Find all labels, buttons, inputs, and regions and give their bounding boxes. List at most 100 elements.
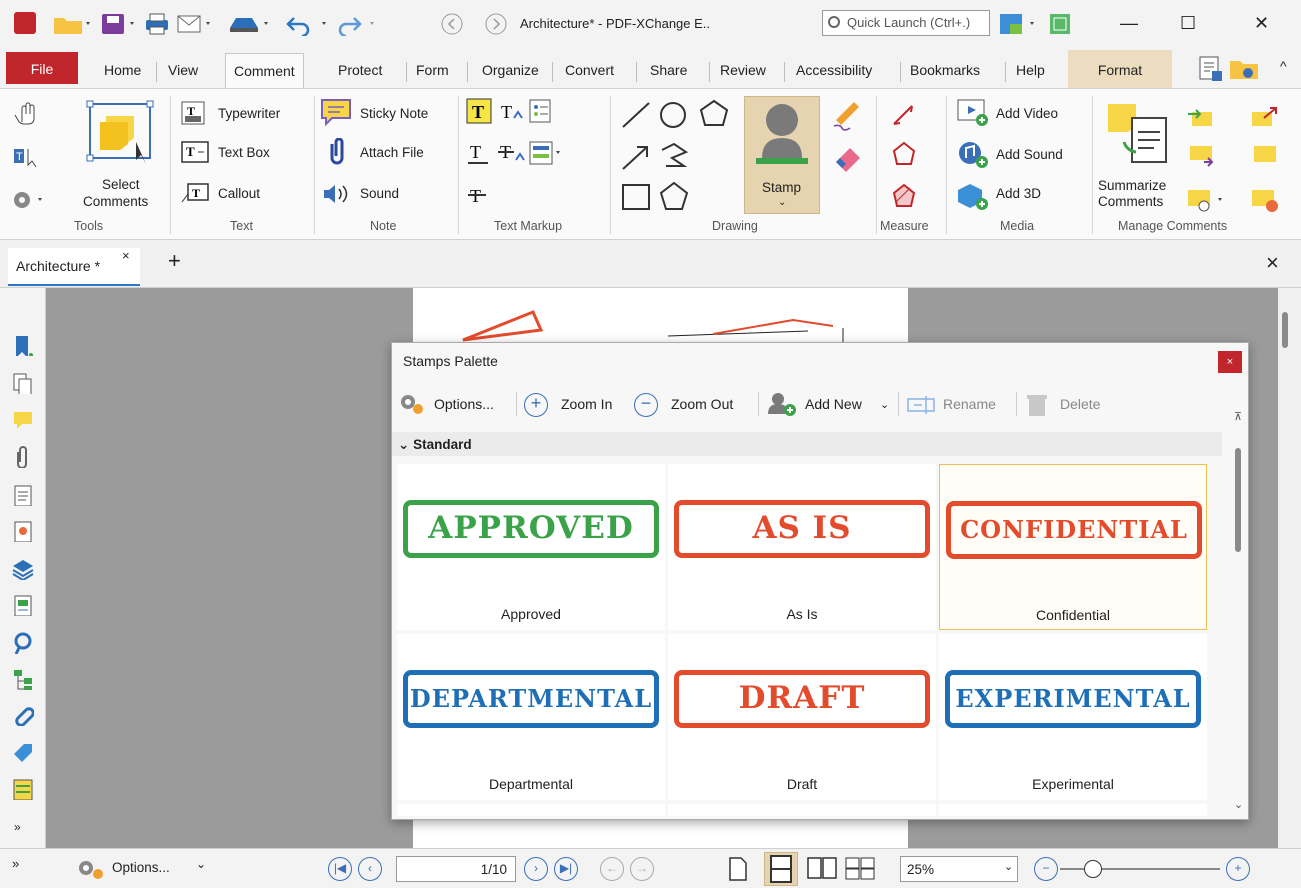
document-properties-icon[interactable] xyxy=(1196,55,1226,83)
scan-icon[interactable] xyxy=(226,12,274,36)
stamp-item-confidential[interactable]: CONFIDENTIAL Confidential xyxy=(939,464,1207,630)
collapse-ribbon-button[interactable]: ^ xyxy=(1280,58,1287,74)
more-panes-icon[interactable]: » xyxy=(14,820,21,834)
options-gear-icon[interactable] xyxy=(76,856,104,880)
rectangle-icon[interactable] xyxy=(620,182,652,212)
palette-zoom-in-button[interactable]: Zoom In xyxy=(561,396,612,412)
next-page-button[interactable]: › xyxy=(524,857,548,881)
stamp-item-partial[interactable] xyxy=(668,804,936,816)
attach-file-icon[interactable] xyxy=(326,138,348,166)
palette-rename-button[interactable]: Rename xyxy=(943,396,996,412)
add-video-icon[interactable] xyxy=(956,98,990,128)
stamp-item-partial[interactable] xyxy=(939,804,1207,816)
comment-note-icon[interactable] xyxy=(1250,142,1280,170)
options-dropdown-icon[interactable]: ⌄ xyxy=(196,857,206,871)
continuous-facing-icon[interactable] xyxy=(844,856,878,882)
signatures-icon[interactable] xyxy=(12,520,34,542)
last-page-button[interactable]: ▶| xyxy=(554,857,578,881)
tags-icon[interactable] xyxy=(12,742,34,764)
text-box-icon[interactable]: T xyxy=(180,140,210,164)
destinations-icon[interactable] xyxy=(12,632,34,654)
hand-tool-icon[interactable] xyxy=(14,100,36,126)
back-icon[interactable] xyxy=(440,12,464,36)
page-number-input[interactable]: 1/10 xyxy=(396,856,516,882)
attachments-icon[interactable] xyxy=(12,446,34,468)
oval-icon[interactable] xyxy=(658,100,690,130)
tab-view[interactable]: View xyxy=(160,57,206,85)
save-icon[interactable] xyxy=(100,12,140,36)
zoom-out-icon[interactable]: − xyxy=(634,393,658,417)
import-comments-icon[interactable] xyxy=(1186,104,1216,132)
arrow-icon[interactable] xyxy=(620,142,652,172)
email-icon[interactable] xyxy=(176,12,220,36)
ui-options-icon[interactable] xyxy=(998,12,1042,36)
zoom-in-button[interactable]: + xyxy=(1226,857,1250,881)
palette-options-icon[interactable] xyxy=(398,392,426,416)
add-sound-icon[interactable] xyxy=(956,140,990,170)
minimize-button[interactable]: — xyxy=(1120,13,1138,34)
previous-view-button[interactable]: ← xyxy=(600,857,624,881)
forward-icon[interactable] xyxy=(484,12,508,36)
stamp-item-experimental[interactable]: EXPERIMENTAL Experimental xyxy=(939,634,1207,800)
close-window-button[interactable]: ✕ xyxy=(1254,13,1269,34)
document-tab[interactable]: Architecture * xyxy=(8,248,140,286)
document-properties-pane-icon[interactable] xyxy=(12,484,34,506)
layers-icon[interactable] xyxy=(12,558,34,580)
zoom-select[interactable]: 25% xyxy=(900,856,1018,882)
comments-pane-icon[interactable] xyxy=(12,408,34,430)
typewriter-label[interactable]: Typewriter xyxy=(218,106,280,121)
order-pane-icon[interactable] xyxy=(12,778,34,800)
callout-label[interactable]: Callout xyxy=(218,186,260,201)
status-options-button[interactable]: Options... xyxy=(112,860,170,875)
underline-text-icon[interactable]: T xyxy=(466,140,492,166)
next-view-button[interactable]: → xyxy=(630,857,654,881)
zoom-slider-handle[interactable] xyxy=(1084,860,1102,878)
line-icon[interactable] xyxy=(620,100,652,130)
polyline-icon[interactable] xyxy=(658,140,690,170)
tab-form[interactable]: Form xyxy=(408,57,457,85)
tab-file[interactable]: File xyxy=(6,52,78,84)
zoom-in-icon[interactable]: + xyxy=(524,393,548,417)
links-icon[interactable] xyxy=(12,704,34,726)
tab-bookmarks[interactable]: Bookmarks xyxy=(902,57,988,85)
content-pane-icon[interactable] xyxy=(12,594,34,616)
summarize-comments-icon[interactable] xyxy=(1104,98,1174,172)
comment-color-icon[interactable] xyxy=(1250,186,1282,214)
palette-scroll-down-icon[interactable]: ⌄ xyxy=(1234,798,1243,811)
tab-protect[interactable]: Protect xyxy=(330,57,390,85)
palette-add-new-button[interactable]: Add New xyxy=(805,396,862,412)
replace-text-icon[interactable]: T xyxy=(498,140,526,166)
text-markup-list-icon[interactable] xyxy=(528,98,554,124)
tab-format[interactable]: Format xyxy=(1068,50,1172,88)
select-comments-icon[interactable] xyxy=(84,98,156,170)
typewriter-icon[interactable]: T xyxy=(180,100,206,126)
fullscreen-icon[interactable] xyxy=(1048,12,1072,36)
form-text-icon[interactable] xyxy=(528,140,564,166)
highlight-text-icon[interactable]: T xyxy=(466,98,492,124)
add-video-label[interactable]: Add Video xyxy=(996,106,1058,121)
sound-icon[interactable] xyxy=(322,182,352,206)
callout-icon[interactable]: T xyxy=(180,180,210,204)
zoom-dropdown-icon[interactable]: ⌄ xyxy=(1004,860,1013,873)
previous-page-button[interactable]: ‹ xyxy=(358,857,382,881)
close-tab-icon[interactable]: × xyxy=(122,248,130,263)
comment-styles-icon[interactable] xyxy=(1186,186,1226,214)
tab-home[interactable]: Home xyxy=(96,57,149,85)
attach-file-label[interactable]: Attach File xyxy=(360,145,424,160)
undo-icon[interactable] xyxy=(286,12,334,36)
structure-tree-icon[interactable] xyxy=(12,668,34,690)
tab-share[interactable]: Share xyxy=(642,57,695,85)
tab-review[interactable]: Review xyxy=(712,57,774,85)
eraser-icon[interactable] xyxy=(830,140,866,176)
find-folder-icon[interactable] xyxy=(1228,55,1262,83)
stamp-item-departmental[interactable]: DEPARTMENTAL Departmental xyxy=(397,634,665,800)
perimeter-icon[interactable] xyxy=(890,140,918,170)
open-folder-icon[interactable] xyxy=(52,12,92,36)
select-text-icon[interactable]: T xyxy=(12,145,40,169)
tab-convert[interactable]: Convert xyxy=(557,57,622,85)
add-3d-label[interactable]: Add 3D xyxy=(996,186,1041,201)
zoom-out-button[interactable]: − xyxy=(1034,857,1058,881)
strikeout-text-icon[interactable]: T xyxy=(466,182,492,208)
stamp-item-approved[interactable]: APPROVED Approved xyxy=(397,464,665,630)
quick-launch-input[interactable]: Quick Launch (Ctrl+.) xyxy=(822,10,990,36)
